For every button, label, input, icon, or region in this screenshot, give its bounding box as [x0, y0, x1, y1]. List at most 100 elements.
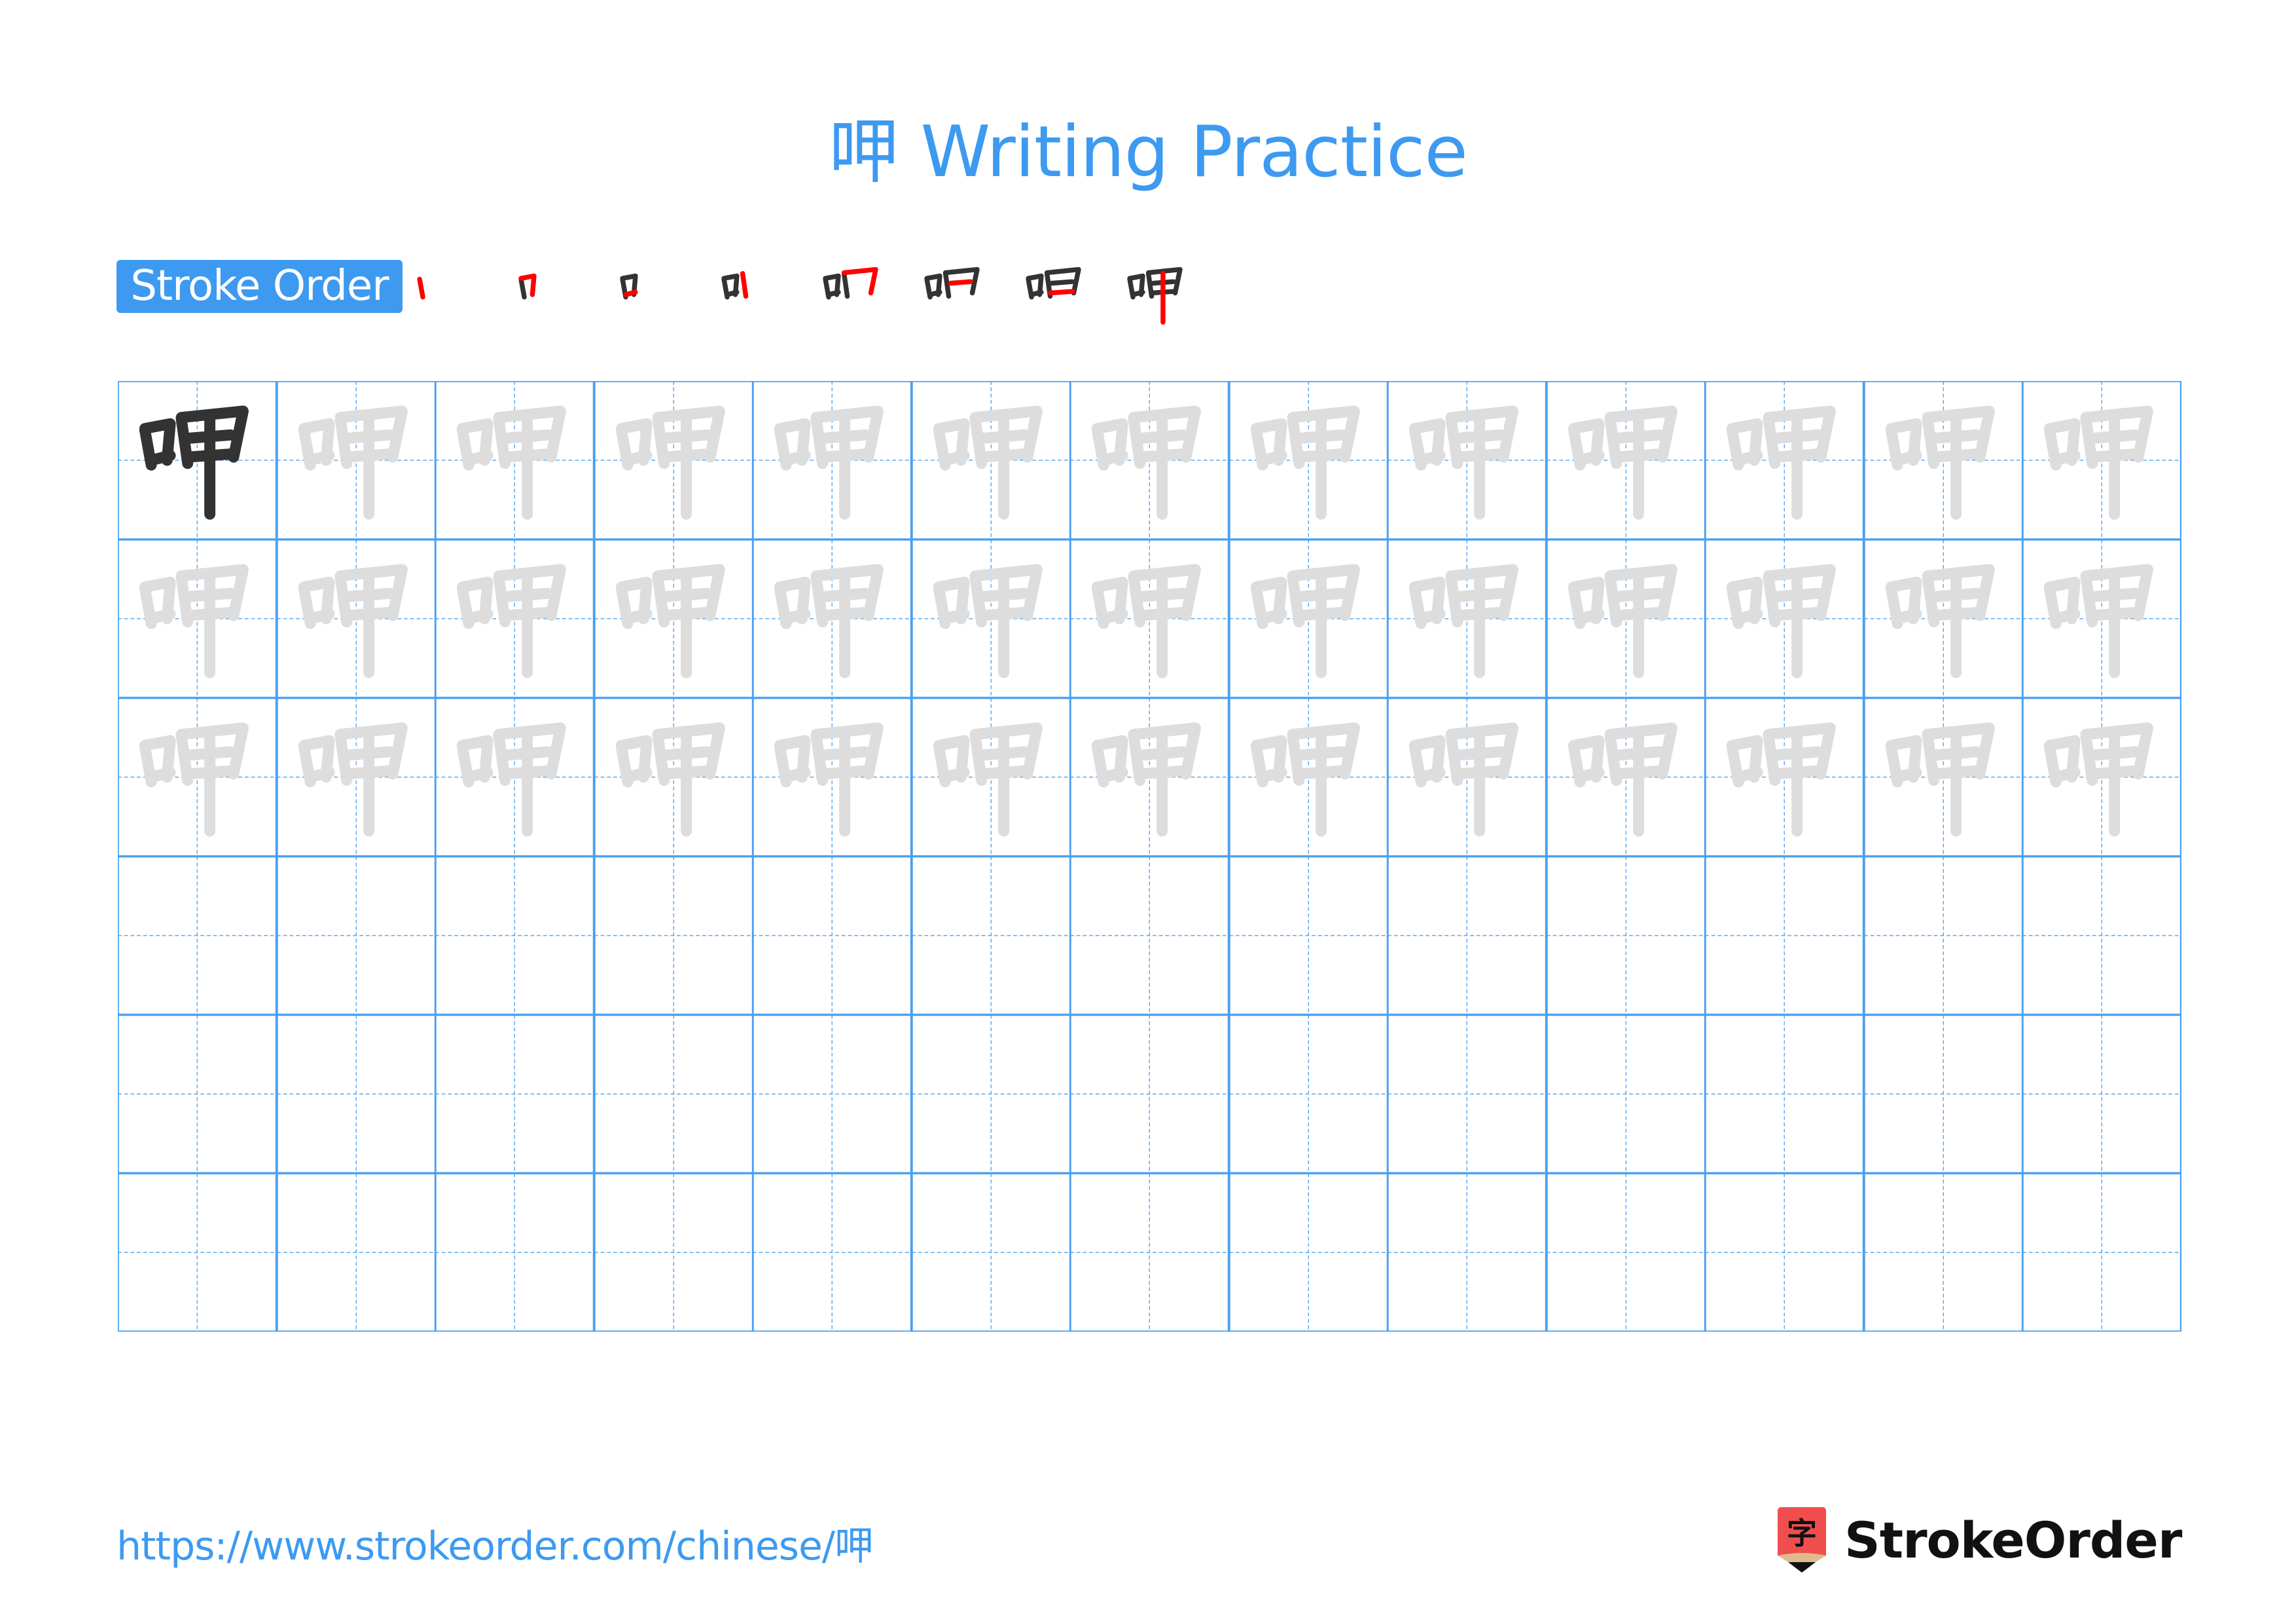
practice-cell[interactable] — [1705, 539, 1864, 698]
stroke-step-7 — [1014, 254, 1096, 335]
practice-cell[interactable] — [753, 539, 912, 698]
practice-cell[interactable] — [1070, 381, 1229, 539]
practice-cell[interactable] — [1705, 1015, 1864, 1173]
practice-cell[interactable] — [1229, 1173, 1388, 1332]
practice-cell[interactable] — [1546, 381, 1705, 539]
practice-cell[interactable] — [753, 381, 912, 539]
practice-cell[interactable] — [2022, 856, 2181, 1015]
stroke-3 — [780, 608, 811, 625]
practice-cell[interactable] — [435, 1173, 594, 1332]
practice-cell[interactable] — [1070, 698, 1229, 856]
practice-cell[interactable] — [1388, 1015, 1547, 1173]
practice-cell[interactable] — [435, 539, 594, 698]
trace-character — [1091, 405, 1201, 520]
stroke-3 — [725, 289, 740, 297]
practice-cell[interactable] — [435, 381, 594, 539]
practice-cell[interactable] — [911, 539, 1070, 698]
practice-cell[interactable] — [1388, 698, 1547, 856]
stroke-3 — [1732, 767, 1763, 783]
practice-cell[interactable] — [1388, 856, 1547, 1015]
practice-cell[interactable] — [118, 1173, 277, 1332]
practice-cell[interactable] — [1229, 698, 1388, 856]
practice-cell[interactable] — [753, 698, 912, 856]
practice-cell[interactable] — [911, 381, 1070, 539]
practice-cell[interactable] — [1863, 1173, 2022, 1332]
trace-character — [615, 722, 725, 837]
practice-cell[interactable] — [753, 1015, 912, 1173]
practice-cell[interactable] — [1863, 1015, 2022, 1173]
practice-cell[interactable] — [1863, 698, 2022, 856]
stroke-3 — [2050, 450, 2081, 466]
practice-cell[interactable] — [594, 539, 753, 698]
stroke-3 — [622, 608, 653, 625]
practice-cell[interactable] — [911, 1015, 1070, 1173]
stroke-6 — [1049, 279, 1075, 286]
practice-cell[interactable] — [594, 381, 753, 539]
practice-cell[interactable] — [911, 698, 1070, 856]
practice-cell[interactable] — [276, 381, 435, 539]
practice-cell[interactable] — [435, 698, 594, 856]
practice-cell[interactable] — [1546, 539, 1705, 698]
practice-cell[interactable] — [1546, 1173, 1705, 1332]
practice-cell[interactable] — [1070, 539, 1229, 698]
practice-cell[interactable] — [1229, 539, 1388, 698]
practice-cell[interactable] — [594, 856, 753, 1015]
practice-cell[interactable] — [118, 381, 277, 539]
practice-cell[interactable] — [1705, 1173, 1864, 1332]
practice-cell[interactable] — [435, 856, 594, 1015]
practice-cell[interactable] — [1705, 856, 1864, 1015]
footer-url-link[interactable]: https://www.strokeorder.com/chinese/呷 — [117, 1520, 874, 1573]
trace-character — [456, 564, 566, 678]
practice-cell[interactable] — [2022, 1015, 2181, 1173]
practice-cell[interactable] — [1070, 1173, 1229, 1332]
practice-cell[interactable] — [594, 698, 753, 856]
trace-character — [1726, 722, 1836, 837]
practice-cell[interactable] — [2022, 1173, 2181, 1332]
practice-cell[interactable] — [594, 1015, 753, 1173]
practice-cell[interactable] — [1388, 539, 1547, 698]
practice-cell[interactable] — [1705, 381, 1864, 539]
stroke-3 — [304, 608, 335, 625]
practice-cell[interactable] — [2022, 539, 2181, 698]
practice-cell[interactable] — [118, 1015, 277, 1173]
practice-cell[interactable] — [435, 1015, 594, 1173]
stroke-3 — [927, 289, 942, 297]
practice-cell[interactable] — [1863, 381, 2022, 539]
practice-cell[interactable] — [1863, 539, 2022, 698]
practice-cell[interactable] — [118, 698, 277, 856]
practice-cell[interactable] — [1546, 1015, 1705, 1173]
stroke-3 — [623, 289, 638, 297]
trace-character — [1726, 564, 1836, 678]
practice-cell[interactable] — [118, 539, 277, 698]
practice-cell[interactable] — [753, 856, 912, 1015]
practice-cell[interactable] — [594, 1173, 753, 1332]
trace-character — [456, 722, 566, 837]
practice-cell[interactable] — [1546, 698, 1705, 856]
practice-cell[interactable] — [276, 539, 435, 698]
practice-cell[interactable] — [1546, 856, 1705, 1015]
practice-cell[interactable] — [1863, 856, 2022, 1015]
practice-cell[interactable] — [1229, 381, 1388, 539]
practice-cell[interactable] — [2022, 698, 2181, 856]
practice-cell[interactable] — [276, 1173, 435, 1332]
practice-cell[interactable] — [2022, 381, 2181, 539]
practice-cell[interactable] — [1705, 698, 1864, 856]
stroke-3 — [1892, 450, 1922, 466]
practice-cell[interactable] — [911, 856, 1070, 1015]
practice-cell[interactable] — [1388, 1173, 1547, 1332]
trace-character — [298, 405, 408, 520]
practice-cell[interactable] — [1229, 856, 1388, 1015]
trace-character — [933, 564, 1043, 678]
practice-cell[interactable] — [1070, 856, 1229, 1015]
stroke-3 — [1892, 767, 1922, 783]
practice-cell[interactable] — [276, 1015, 435, 1173]
practice-cell[interactable] — [753, 1173, 912, 1332]
practice-cell[interactable] — [911, 1173, 1070, 1332]
practice-cell[interactable] — [276, 856, 435, 1015]
practice-cell[interactable] — [276, 698, 435, 856]
stroke-3 — [622, 767, 653, 783]
practice-cell[interactable] — [1229, 1015, 1388, 1173]
practice-cell[interactable] — [1388, 381, 1547, 539]
practice-cell[interactable] — [1070, 1015, 1229, 1173]
practice-cell[interactable] — [118, 856, 277, 1015]
